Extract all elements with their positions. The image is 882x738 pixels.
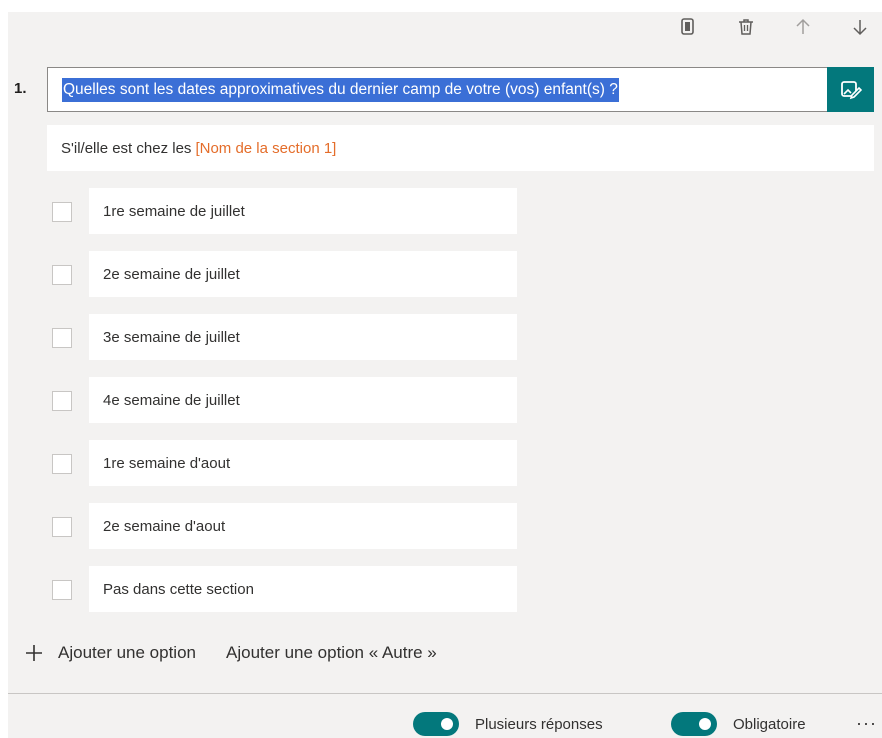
- option-row: 2e semaine d'aout: [47, 503, 517, 549]
- option-checkbox[interactable]: [52, 517, 72, 537]
- required-toggle[interactable]: [671, 712, 717, 736]
- option-input[interactable]: 3e semaine de juillet: [89, 314, 517, 360]
- option-row: 4e semaine de juillet: [47, 377, 517, 423]
- option-input[interactable]: 1re semaine d'aout: [89, 440, 517, 486]
- option-input[interactable]: 2e semaine d'aout: [89, 503, 517, 549]
- option-checkbox[interactable]: [52, 265, 72, 285]
- required-label: Obligatoire: [733, 715, 806, 733]
- arrow-down-icon[interactable]: [849, 16, 871, 38]
- subtitle-text: S'il/elle est chez les: [61, 139, 192, 157]
- question-card: [8, 12, 882, 738]
- add-option-button[interactable]: Ajouter une option: [58, 643, 196, 663]
- option-row: Pas dans cette section: [47, 566, 517, 612]
- option-input[interactable]: 2e semaine de juillet: [89, 251, 517, 297]
- arrow-up-icon[interactable]: [792, 16, 814, 38]
- plus-icon[interactable]: [24, 643, 44, 663]
- option-row: 1re semaine de juillet: [47, 188, 517, 234]
- image-edit-icon: [840, 80, 862, 99]
- question-subtitle-field[interactable]: S'il/elle est chez les [Nom de la sectio…: [47, 125, 874, 171]
- option-checkbox[interactable]: [52, 580, 72, 600]
- add-option-row: Ajouter une option Ajouter une option « …: [24, 643, 437, 663]
- footer-divider: [8, 693, 882, 694]
- required-setting: Obligatoire: [671, 712, 806, 736]
- multiple-answers-toggle[interactable]: [413, 712, 459, 736]
- option-input[interactable]: 1re semaine de juillet: [89, 188, 517, 234]
- option-row: 2e semaine de juillet: [47, 251, 517, 297]
- multiple-answers-label: Plusieurs réponses: [475, 715, 603, 733]
- question-title-text: Quelles sont les dates approximatives du…: [62, 77, 619, 102]
- option-input[interactable]: Pas dans cette section: [89, 566, 517, 612]
- subtitle-section-reference: [Nom de la section 1]: [195, 139, 337, 157]
- more-options-icon[interactable]: ···: [856, 714, 877, 732]
- add-other-option-button[interactable]: Ajouter une option « Autre »: [226, 643, 437, 663]
- option-input[interactable]: 4e semaine de juillet: [89, 377, 517, 423]
- option-checkbox[interactable]: [52, 202, 72, 222]
- option-checkbox[interactable]: [52, 391, 72, 411]
- option-checkbox[interactable]: [52, 454, 72, 474]
- option-checkbox[interactable]: [52, 328, 72, 348]
- question-title-field[interactable]: Quelles sont les dates approximatives du…: [47, 67, 827, 112]
- multiple-answers-setting: Plusieurs réponses: [413, 712, 603, 736]
- copy-icon[interactable]: [677, 16, 699, 38]
- trash-icon[interactable]: [735, 16, 757, 38]
- option-row: 3e semaine de juillet: [47, 314, 517, 360]
- option-row: 1re semaine d'aout: [47, 440, 517, 486]
- insert-media-button[interactable]: [827, 67, 874, 112]
- question-number: 1.: [14, 80, 27, 97]
